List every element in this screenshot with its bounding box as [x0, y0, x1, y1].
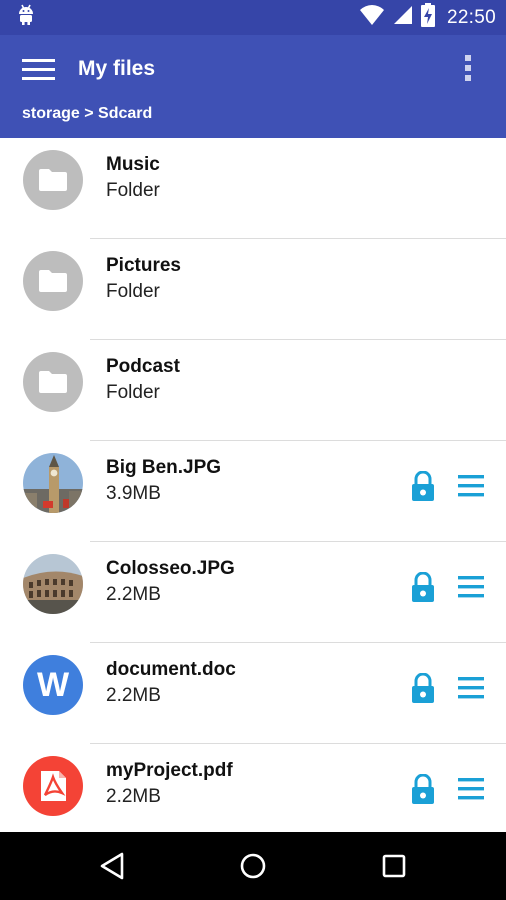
- file-meta: 2.2MB: [106, 786, 161, 807]
- file-name: myProject.pdf: [106, 760, 233, 781]
- file-name: document.doc: [106, 659, 236, 680]
- lock-icon: [412, 470, 434, 501]
- app-bar: My files storage > Sdcard: [0, 35, 506, 138]
- folder-icon: [23, 352, 83, 412]
- file-name: Music: [106, 154, 160, 175]
- colosseum-thumbnail: [23, 554, 83, 614]
- file-meta: 2.2MB: [106, 584, 161, 605]
- list-item-myproject[interactable]: myProject.pdf 2.2MB: [0, 744, 506, 832]
- navigation-bar: [0, 832, 506, 900]
- more-vert-icon: [465, 55, 471, 81]
- hamburger-icon: [22, 59, 55, 80]
- file-name: Colosseo.JPG: [106, 558, 235, 579]
- breadcrumb[interactable]: storage > Sdcard: [22, 105, 152, 123]
- list-item-pictures[interactable]: Pictures Folder: [0, 239, 506, 340]
- file-name: Big Ben.JPG: [106, 457, 222, 478]
- folder-icon: [23, 251, 83, 311]
- file-name: Pictures: [106, 255, 181, 276]
- list-item-music[interactable]: Music Folder: [0, 138, 506, 239]
- lock-button[interactable]: [410, 672, 436, 705]
- word-document-icon: W: [23, 655, 83, 715]
- status-time: 22:50: [446, 6, 496, 28]
- android-icon: [16, 3, 36, 32]
- signal-icon: [393, 5, 413, 30]
- status-icons: 22:50: [359, 3, 496, 32]
- battery-charging-icon: [420, 3, 435, 32]
- pdf-icon: [23, 756, 83, 816]
- options-button[interactable]: [458, 675, 484, 701]
- file-name: Podcast: [106, 356, 180, 377]
- file-meta: Folder: [106, 180, 160, 201]
- page-title: My files: [78, 57, 156, 80]
- screen: 22:50 My files storage > Sdcard Music Fo…: [0, 0, 506, 900]
- list-icon: [458, 677, 484, 699]
- list-item-colosseo[interactable]: Colosseo.JPG 2.2MB: [0, 542, 506, 643]
- home-icon: [240, 853, 266, 879]
- folder-icon: [23, 150, 83, 210]
- home-button[interactable]: [238, 851, 268, 881]
- lock-icon: [412, 571, 434, 602]
- file-meta: Folder: [106, 382, 160, 403]
- menu-button[interactable]: [18, 53, 60, 87]
- lock-button[interactable]: [410, 773, 436, 806]
- overflow-menu-button[interactable]: [454, 51, 484, 87]
- lock-button[interactable]: [410, 470, 436, 503]
- file-meta: Folder: [106, 281, 160, 302]
- list-icon: [458, 475, 484, 497]
- wifi-icon: [359, 4, 385, 31]
- options-button[interactable]: [458, 574, 484, 600]
- big-ben-thumbnail: [23, 453, 83, 513]
- list-item-podcast[interactable]: Podcast Folder: [0, 340, 506, 441]
- lock-button[interactable]: [410, 571, 436, 604]
- list-icon: [458, 576, 484, 598]
- status-bar: 22:50: [0, 0, 506, 35]
- recents-button[interactable]: [379, 851, 409, 881]
- lock-icon: [412, 672, 434, 703]
- list-item-document[interactable]: W document.doc 2.2MB: [0, 643, 506, 744]
- back-button[interactable]: [98, 851, 128, 881]
- options-button[interactable]: [458, 473, 484, 499]
- file-list: Music Folder Pictures Folder Podcast Fol…: [0, 138, 506, 832]
- lock-icon: [412, 773, 434, 804]
- options-button[interactable]: [458, 776, 484, 802]
- list-item-big-ben[interactable]: Big Ben.JPG 3.9MB: [0, 441, 506, 542]
- back-icon: [100, 852, 124, 880]
- file-meta: 3.9MB: [106, 483, 161, 504]
- list-icon: [458, 778, 484, 800]
- recents-icon: [382, 854, 406, 878]
- file-meta: 2.2MB: [106, 685, 161, 706]
